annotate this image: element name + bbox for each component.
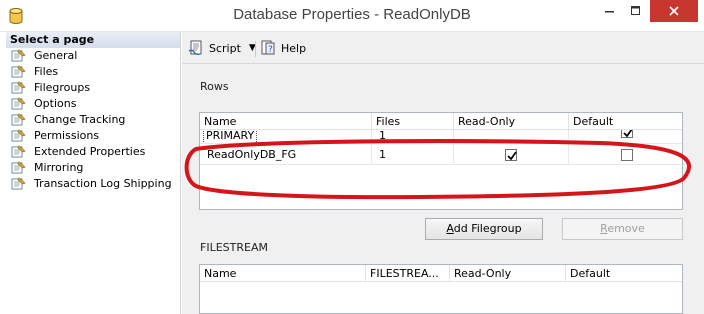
toolbar-separator <box>255 41 256 57</box>
page-list: General Files Filegroups Options Change … <box>6 48 180 192</box>
remove-label: Remove <box>600 222 645 235</box>
rows-section-label: Rows <box>200 80 229 93</box>
filegroup-files-cell: 1 <box>372 130 454 143</box>
select-page-pane: Select a page General Files Filegroups O… <box>6 32 181 314</box>
column-header-default[interactable]: Default <box>566 265 684 282</box>
table-row[interactable]: ReadOnlyDB_FG 1 <box>200 144 682 165</box>
sidebar-item-permissions[interactable]: Permissions <box>6 128 180 144</box>
sidebar-item-extended-properties[interactable]: Extended Properties <box>6 144 180 160</box>
column-header-read-only[interactable]: Read-Only <box>454 113 569 130</box>
maximize-icon <box>631 6 640 15</box>
column-header-name[interactable]: Name <box>200 265 366 282</box>
maximize-button[interactable] <box>623 0 649 22</box>
sidebar-item-transaction-log-shipping[interactable]: Transaction Log Shipping <box>6 176 180 192</box>
checkmark-icon <box>507 151 517 161</box>
sidebar-item-label: Extended Properties <box>34 145 146 158</box>
column-header-filestream[interactable]: FILESTREA... <box>366 265 450 282</box>
sidebar-item-files[interactable]: Files <box>6 64 180 80</box>
sidebar-item-label: Options <box>34 97 77 110</box>
filestream-grid[interactable]: Name FILESTREA... Read-Only Default <box>199 264 683 314</box>
page-wrench-icon <box>11 49 26 62</box>
read-only-checkbox[interactable] <box>505 149 517 161</box>
page-wrench-icon <box>11 81 26 94</box>
sidebar-item-label: Transaction Log Shipping <box>34 177 172 190</box>
select-page-header: Select a page <box>6 32 180 48</box>
page-wrench-icon <box>11 113 26 126</box>
grid-header: Name Files Read-Only Default <box>200 113 682 130</box>
filegroup-name-cell[interactable]: PRIMARY <box>200 130 372 143</box>
read-only-cell <box>454 144 569 165</box>
script-label: Script <box>209 41 241 55</box>
sidebar-item-label: Files <box>34 65 59 78</box>
remove-button[interactable]: Remove <box>562 218 683 240</box>
column-header-files[interactable]: Files <box>372 113 454 130</box>
sidebar-item-label: Mirroring <box>34 161 84 174</box>
add-filegroup-button[interactable]: Add Filegroup <box>425 218 543 240</box>
page-wrench-icon <box>11 177 26 190</box>
sidebar-item-change-tracking[interactable]: Change Tracking <box>6 112 180 128</box>
default-cell <box>569 144 684 165</box>
sidebar-item-filegroups[interactable]: Filegroups <box>6 80 180 96</box>
script-icon <box>188 40 202 55</box>
page-wrench-icon <box>11 65 26 78</box>
rows-filegroups-grid[interactable]: Name Files Read-Only Default PRIMARY 1 R… <box>199 112 683 210</box>
svg-text:?: ? <box>268 45 273 55</box>
minimize-icon <box>605 11 614 13</box>
sidebar-item-label: Permissions <box>34 129 100 142</box>
help-label: Help <box>281 41 307 55</box>
default-checkbox[interactable] <box>621 149 633 161</box>
read-only-cell <box>454 130 569 143</box>
page-wrench-icon <box>11 145 26 158</box>
sidebar-item-general[interactable]: General <box>6 48 180 64</box>
default-cell <box>569 130 682 143</box>
grid-header: Name FILESTREA... Read-Only Default <box>200 265 682 282</box>
script-button[interactable]: Script ▼ <box>188 39 256 57</box>
page-wrench-icon <box>11 129 26 142</box>
column-header-read-only[interactable]: Read-Only <box>450 265 566 282</box>
title-bar: Database Properties - ReadOnlyDB <box>0 0 704 32</box>
close-icon <box>669 6 679 16</box>
properties-pane: Script ▼ ? Help Rows Name Files Read-Onl… <box>182 32 704 314</box>
column-header-default[interactable]: Default <box>569 113 684 130</box>
table-row[interactable]: PRIMARY 1 <box>200 130 682 144</box>
filegroup-name-cell[interactable]: ReadOnlyDB_FG <box>200 144 372 165</box>
add-filegroup-label: Add Filegroup <box>446 222 522 235</box>
page-wrench-icon <box>11 97 26 110</box>
filegroup-files-cell: 1 <box>372 144 454 165</box>
help-button[interactable]: ? Help <box>260 39 306 57</box>
filestream-section-label: FILESTREAM <box>200 241 268 254</box>
page-wrench-icon <box>11 161 26 174</box>
checkmark-icon <box>623 130 633 138</box>
sidebar-item-label: Filegroups <box>34 81 91 94</box>
sidebar-item-label: General <box>34 49 78 62</box>
sidebar-item-label: Change Tracking <box>34 113 126 126</box>
minimize-button[interactable] <box>597 0 623 22</box>
toolbar: Script ▼ ? Help <box>182 32 704 64</box>
column-header-name[interactable]: Name <box>200 113 372 130</box>
help-icon: ? <box>261 40 275 55</box>
default-checkbox[interactable] <box>621 130 633 138</box>
sidebar-item-mirroring[interactable]: Mirroring <box>6 160 180 176</box>
close-button[interactable] <box>650 0 698 22</box>
sidebar-item-options[interactable]: Options <box>6 96 180 112</box>
